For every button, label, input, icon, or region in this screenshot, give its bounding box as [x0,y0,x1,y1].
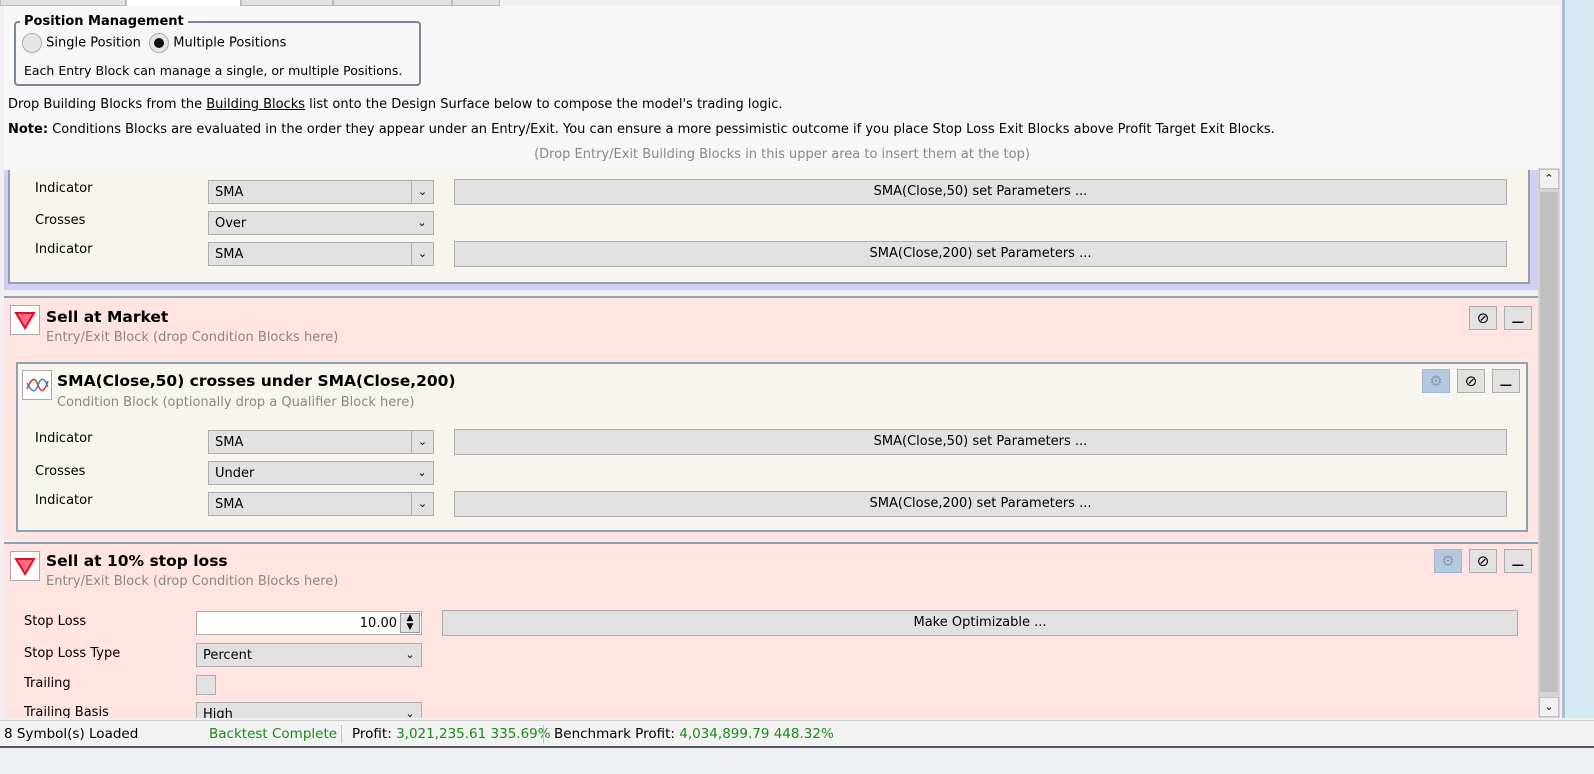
sell-at-market-block: Sell at Market Entry/Exit Block (drop Co… [4,296,1538,540]
select-value: Under [215,466,255,481]
scroll-up-icon[interactable]: ⌃ [1539,169,1559,189]
stop-loss-stepper[interactable]: 10.00 ▲ ▼ [196,611,422,635]
profit-value: 3,021,235.61 335.69% [396,726,551,742]
benchmark-value: 4,034,899.79 448.32% [679,726,834,742]
header-panel: Position Management Single Position Mult… [4,6,1560,170]
buy-block: Indicator SMA ⌄ SMA(Close,50) set Paramet… [4,170,1538,290]
single-position-label: Single Position [46,35,141,51]
stop-loss-block: Sell at 10% stop loss Entry/Exit Block (… [4,542,1538,718]
make-optimizable-button[interactable]: Make Optimizable ... [442,610,1518,636]
condition-subtitle: Condition Block (optionally drop a Quali… [57,395,415,410]
vertical-scrollbar[interactable]: ⌃ ⌄ [1538,168,1560,718]
select-value: High [203,707,233,718]
block-title: Sell at 10% stop loss [46,552,228,570]
indicator-label: Indicator [35,431,93,446]
sma50-parameters-button[interactable]: SMA(Close,50) set Parameters ... [454,179,1507,205]
stop-loss-type-select[interactable]: Percent ⌄ [196,643,422,667]
remove-icon[interactable]: ⚊ [1492,369,1520,393]
multiple-positions-label: Multiple Positions [173,35,287,51]
multiple-positions-radio[interactable] [149,33,170,53]
note-text: Conditions Blocks are evaluated in the o… [48,122,1275,137]
sell-condition-block: SMA(Close,50) crosses under SMA(Close,20… [16,362,1528,532]
block-subtitle: Entry/Exit Block (drop Condition Blocks … [46,574,339,589]
instructions-text-2: list onto the Design Surface below to co… [305,97,783,112]
stop-loss-type-label: Stop Loss Type [24,646,121,661]
condition-title: SMA(Close,50) crosses under SMA(Close,20… [57,372,456,390]
building-blocks-link[interactable]: Building Blocks [206,97,305,112]
indicator-label: Indicator [35,242,93,257]
crosses-label: Crosses [35,464,86,479]
benchmark-profit: Benchmark Profit: 4,034,899.79 448.32% [554,726,834,742]
status-bar: 8 Symbol(s) Loaded Backtest Complete Pro… [0,720,1594,746]
position-management-group: Position Management Single Position Mult… [14,14,421,86]
select-value: Percent [203,648,252,663]
stop-loss-value: 10.00 [359,616,397,631]
spin-arrows-icon[interactable]: ▲ ▼ [400,613,420,633]
chevron-down-icon: ⌄ [417,466,427,479]
buy-condition-block: Indicator SMA ⌄ SMA(Close,50) set Paramet… [8,170,1530,284]
select-value: SMA [215,435,244,450]
crossover-icon [22,370,52,400]
design-surface: Indicator SMA ⌄ SMA(Close,50) set Paramet… [0,170,1538,718]
crosses-select[interactable]: Under ⌄ [208,461,434,485]
chevron-down-icon: ⌄ [417,216,427,229]
divider [341,725,342,743]
single-position-radio[interactable] [22,33,42,53]
window-edge [1562,0,1594,718]
symbols-loaded: 8 Symbol(s) Loaded [4,726,139,742]
chevron-down-icon: ⌄ [411,431,433,453]
trailing-label: Trailing [24,676,71,691]
block-subtitle: Entry/Exit Block (drop Condition Blocks … [46,330,339,345]
scrollbar-thumb[interactable] [1540,192,1558,692]
indicator-2-select[interactable]: SMA ⌄ [208,242,434,266]
select-value: SMA [215,185,244,200]
indicator-1-select[interactable]: SMA ⌄ [208,180,434,204]
select-value: SMA [215,497,244,512]
chevron-down-icon: ⌄ [405,707,415,718]
indicator-1-select[interactable]: SMA ⌄ [208,430,434,454]
gear-icon[interactable]: ⚙ [1434,549,1462,573]
instructions: Drop Building Blocks from the Building B… [8,97,783,112]
note: Note: Conditions Blocks are evaluated in… [8,122,1275,137]
disable-icon[interactable]: ⊘ [1457,369,1485,393]
crosses-label: Crosses [35,213,86,228]
select-value: SMA [215,247,244,262]
disable-icon[interactable]: ⊘ [1469,306,1497,330]
indicator-label: Indicator [35,493,93,508]
chevron-down-icon: ⌄ [411,243,433,265]
disable-icon[interactable]: ⊘ [1469,549,1497,573]
bottom-strip [0,746,1594,774]
trailing-basis-select[interactable]: High ⌄ [196,702,422,718]
select-value: Over [215,216,247,231]
sell-triangle-icon [10,551,40,581]
sell-triangle-icon [10,305,40,335]
profit: Profit: 3,021,235.61 335.69% [352,726,551,742]
profit-label: Profit: [352,726,392,742]
gear-icon[interactable]: ⚙ [1422,369,1450,393]
drop-hint: (Drop Entry/Exit Building Blocks in this… [534,147,1030,162]
remove-icon[interactable]: ⚊ [1504,306,1532,330]
divider [543,725,544,743]
block-title: Sell at Market [46,308,169,326]
sma200-parameters-button[interactable]: SMA(Close,200) set Parameters ... [454,491,1507,517]
chevron-down-icon: ⌄ [411,181,433,203]
crosses-select[interactable]: Over ⌄ [208,211,434,235]
backtest-status: Backtest Complete [209,726,338,742]
position-description: Each Entry Block can manage a single, or… [24,63,403,78]
note-label: Note: [8,122,49,137]
trailing-checkbox[interactable] [196,675,216,695]
trailing-basis-label: Trailing Basis [24,705,109,718]
scroll-down-icon[interactable]: ⌄ [1539,697,1559,717]
remove-icon[interactable]: ⚊ [1504,549,1532,573]
position-management-title: Position Management [24,14,184,29]
chevron-down-icon: ⌄ [405,648,415,661]
instructions-text: Drop Building Blocks from the [8,97,207,112]
indicator-label: Indicator [35,181,93,196]
sma200-parameters-button[interactable]: SMA(Close,200) set Parameters ... [454,241,1507,267]
stop-loss-label: Stop Loss [24,614,87,629]
chevron-down-icon: ⌄ [411,493,433,515]
indicator-2-select[interactable]: SMA ⌄ [208,492,434,516]
benchmark-label: Benchmark Profit: [554,726,675,742]
sma50-parameters-button[interactable]: SMA(Close,50) set Parameters ... [454,429,1507,455]
